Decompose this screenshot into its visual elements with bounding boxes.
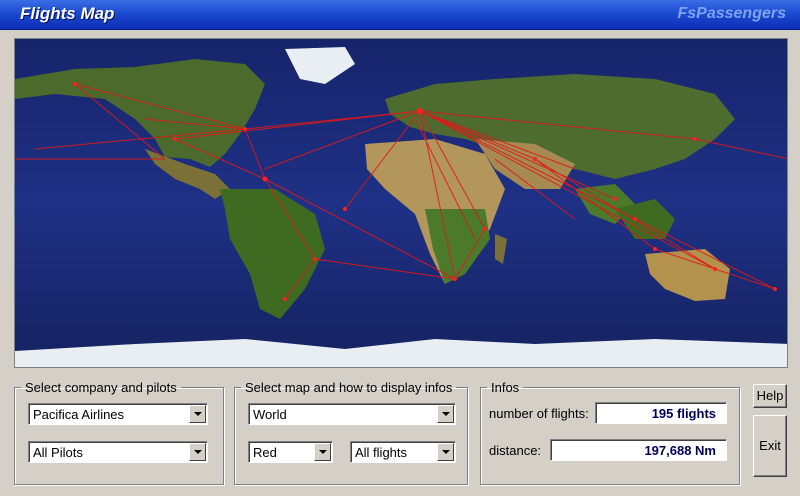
chevron-down-icon[interactable] <box>437 443 454 461</box>
distance-label: distance: <box>489 443 542 458</box>
company-select[interactable]: Pacifica Airlines <box>28 403 208 425</box>
map-select[interactable]: World <box>248 403 456 425</box>
exit-button[interactable]: Exit <box>753 415 787 477</box>
pilots-select[interactable]: All Pilots <box>28 441 208 463</box>
world-map-canvas <box>15 39 787 367</box>
infos-group: Infos <box>480 380 740 485</box>
title-bar: Flights Map FsPassengers <box>0 0 800 30</box>
color-select[interactable]: Red <box>248 441 333 463</box>
flight-filter-value: All flights <box>355 445 408 460</box>
world-map[interactable] <box>14 38 788 368</box>
pilots-select-value: All Pilots <box>33 445 83 460</box>
chevron-down-icon[interactable] <box>437 405 454 423</box>
map-select-value: World <box>253 407 287 422</box>
flight-filter-select[interactable]: All flights <box>350 441 456 463</box>
chevron-down-icon[interactable] <box>314 443 331 461</box>
window-title: Flights Map <box>20 4 115 23</box>
company-pilots-legend: Select company and pilots <box>25 380 177 395</box>
company-pilots-group: Select company and pilots <box>14 380 224 485</box>
distance-field: 197,688 Nm <box>550 439 727 461</box>
flights-count-label: number of flights: <box>489 406 589 421</box>
chevron-down-icon[interactable] <box>189 443 206 461</box>
distance-value: 197,688 Nm <box>644 443 716 458</box>
infos-legend: Infos <box>491 380 520 395</box>
map-display-legend: Select map and how to display infos <box>245 380 453 395</box>
brand-label: FsPassengers <box>677 5 786 22</box>
company-select-value: Pacifica Airlines <box>33 407 125 422</box>
help-button[interactable]: Help <box>753 384 787 408</box>
chevron-down-icon[interactable] <box>189 405 206 423</box>
flights-count-field: 195 flights <box>595 402 727 424</box>
map-display-group: Select map and how to display infos <box>234 380 468 485</box>
color-select-value: Red <box>253 445 277 460</box>
flights-count-value: 195 flights <box>651 406 716 421</box>
